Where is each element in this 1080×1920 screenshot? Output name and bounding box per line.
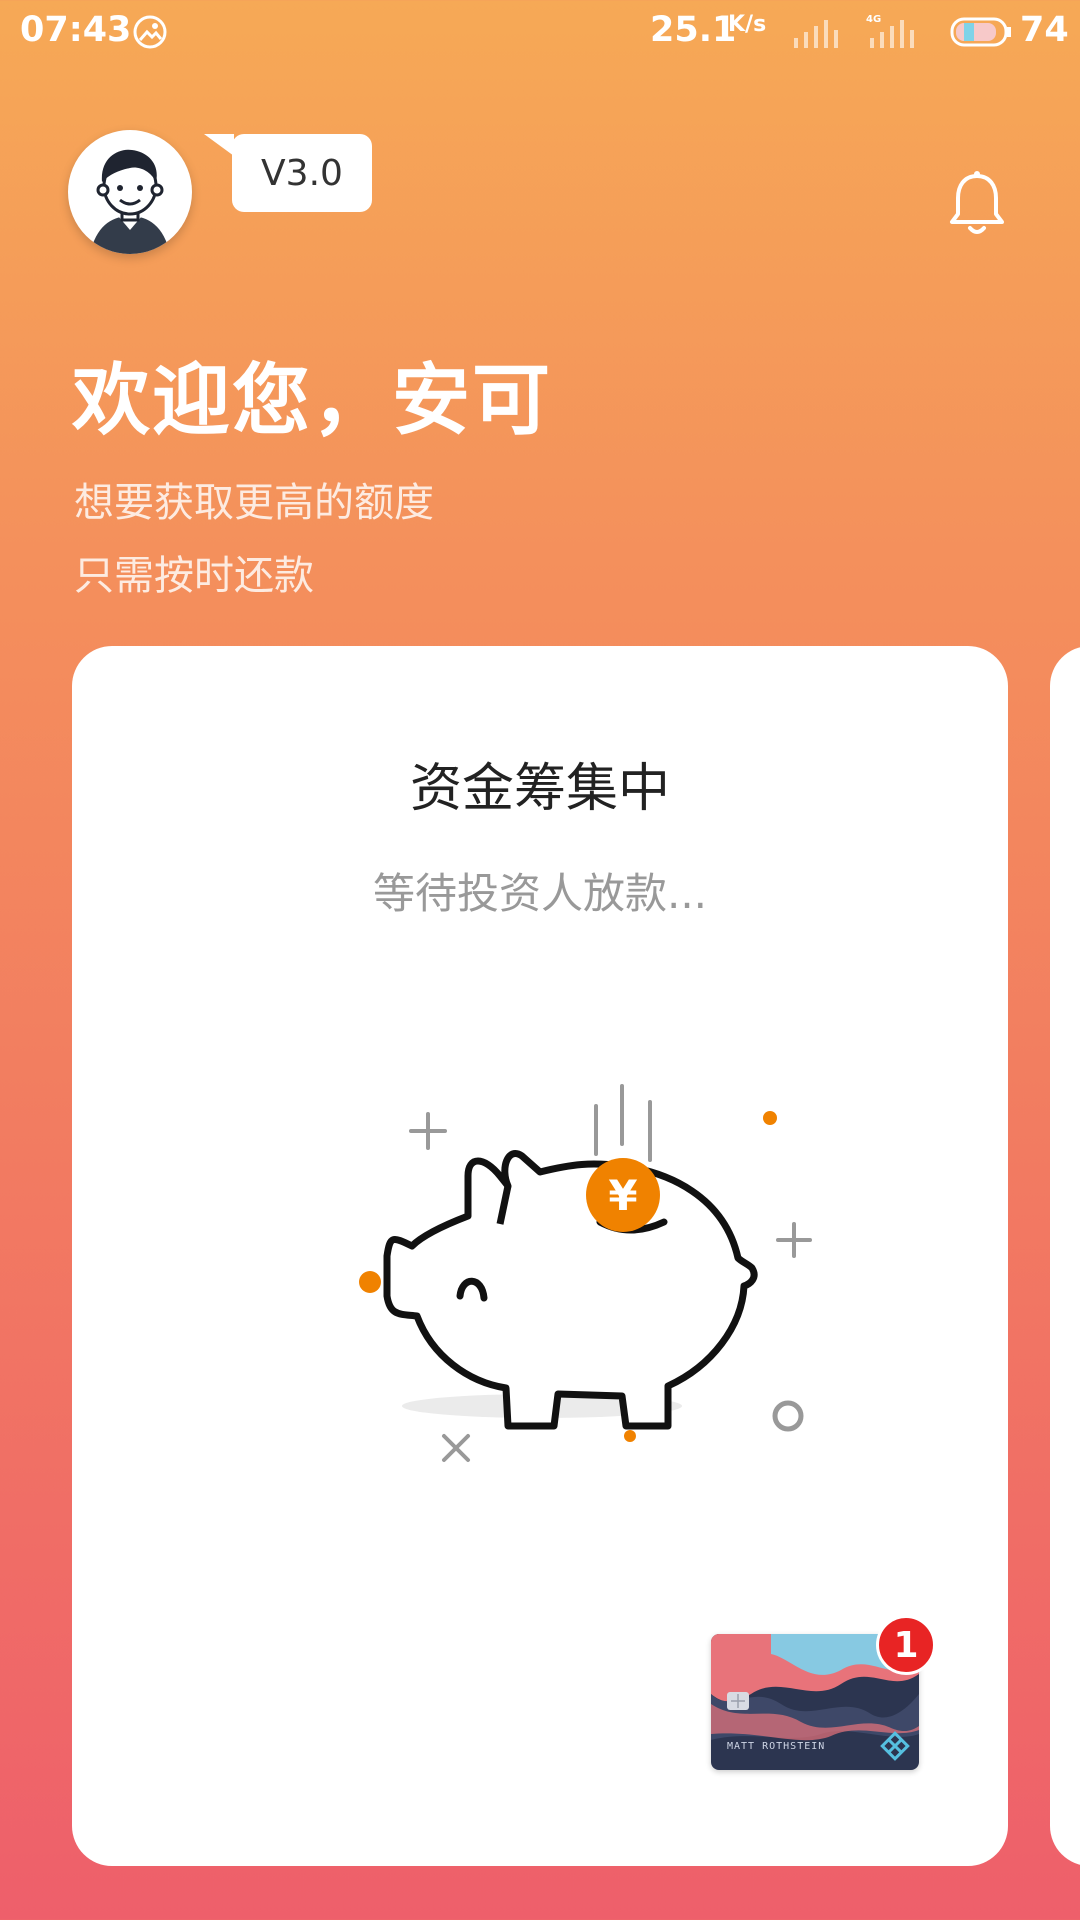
network-speed-unit: K/s xyxy=(728,12,767,37)
card-title: 资金筹集中 xyxy=(409,759,670,819)
version-badge-tail xyxy=(204,134,234,156)
status-time: 07:43 xyxy=(20,10,132,50)
bell-icon[interactable] xyxy=(948,170,1006,238)
battery-level: 74 xyxy=(1020,10,1069,50)
photo-icon xyxy=(133,15,167,49)
next-card-peek[interactable] xyxy=(1050,646,1080,1866)
bank-card-holder: MATT ROTHSTEIN xyxy=(727,1741,826,1752)
subtitle-line-1: 想要获取更高的额度 xyxy=(74,480,434,526)
welcome-title: 欢迎您，安可 xyxy=(72,356,553,446)
network-speed: 25.1 xyxy=(650,10,737,50)
version-badge: V3.0 xyxy=(232,134,372,212)
subtitle-line-2: 只需按时还款 xyxy=(74,553,314,599)
avatar[interactable] xyxy=(68,130,192,254)
avatar-icon xyxy=(90,149,170,254)
svg-text:¥: ¥ xyxy=(608,1171,637,1220)
signal-4g-icon: 4G xyxy=(866,14,914,48)
coin-icon: ¥ xyxy=(586,1158,660,1232)
battery-icon xyxy=(950,17,1011,47)
status-bar: 07:43 25.1 K/s 4G 74 xyxy=(0,0,1080,66)
notification-badge: 1 xyxy=(876,1615,936,1675)
card-subtitle: 等待投资人放款... xyxy=(372,869,708,918)
svg-text:4G: 4G xyxy=(866,14,881,25)
piggy-bank-icon: ¥ xyxy=(359,1084,812,1462)
signal-icon xyxy=(794,20,838,48)
